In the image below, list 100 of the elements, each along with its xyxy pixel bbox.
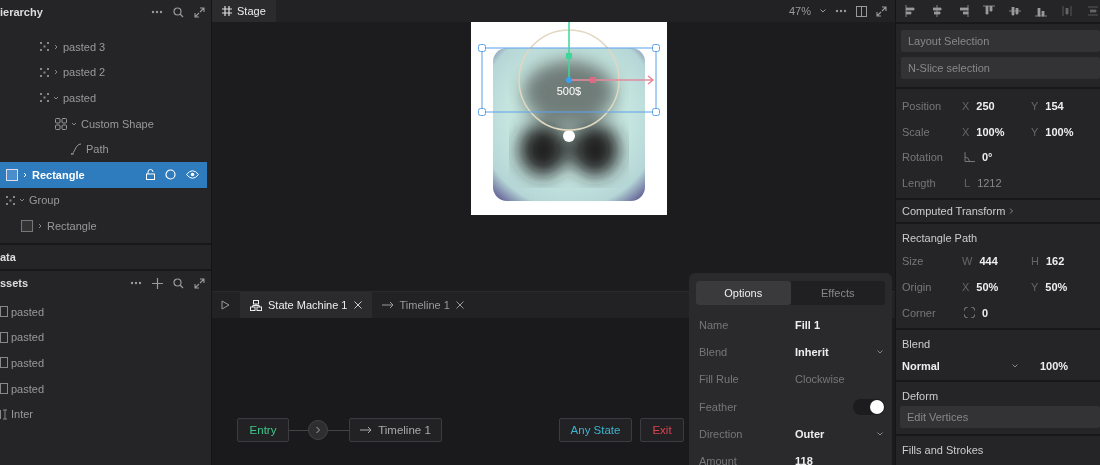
selection-button[interactable]: Layout Selection — [901, 30, 1100, 52]
selection-box[interactable] — [477, 44, 660, 116]
value-field[interactable]: 0 — [982, 306, 989, 319]
section-title: Blend — [902, 336, 932, 352]
stage-tab[interactable]: Stage — [212, 0, 276, 22]
tree-item[interactable]: pasted 2 — [0, 59, 207, 86]
shapes-icon — [55, 117, 67, 130]
arrow-icon — [360, 426, 373, 434]
chevron-icon[interactable] — [53, 69, 59, 76]
zoom-level[interactable]: 47% — [788, 5, 811, 17]
chevron-icon[interactable] — [53, 43, 59, 50]
value-field[interactable]: 162 — [1045, 255, 1065, 268]
tree-item[interactable]: Group — [0, 187, 207, 214]
caret-icon[interactable] — [820, 9, 826, 13]
group-icon — [40, 93, 49, 103]
close-icon[interactable] — [455, 301, 464, 309]
value-field[interactable]: 100% — [976, 125, 1005, 138]
axis-label: Y — [1031, 125, 1039, 138]
expand-icon[interactable] — [194, 6, 205, 18]
chevron-icon[interactable] — [37, 222, 43, 229]
dropdown[interactable]: Inherit — [795, 345, 885, 358]
property-label: Blend — [698, 345, 729, 358]
split-panel-icon[interactable] — [856, 5, 867, 17]
panel-title: ata — [0, 251, 16, 263]
circle-icon[interactable] — [165, 169, 176, 181]
transform-gizmo[interactable] — [565, 22, 654, 85]
expand-icon[interactable] — [876, 5, 887, 17]
blend-dropdown[interactable]: Normal — [902, 359, 1040, 372]
arrow-icon — [381, 301, 394, 309]
property-label: Name — [698, 318, 730, 331]
align-icon[interactable] — [957, 5, 969, 17]
state-node[interactable]: Exit — [640, 418, 684, 442]
toggle-switch[interactable] — [853, 398, 885, 415]
asset-name[interactable]: pasted — [11, 305, 45, 318]
asset-name[interactable]: Inter — [11, 408, 33, 421]
tree-item[interactable]: pasted 3 — [0, 34, 207, 60]
more-icon[interactable] — [130, 281, 142, 285]
chevron-icon[interactable] — [19, 197, 25, 204]
axis-label: H — [1031, 255, 1039, 268]
more-icon[interactable] — [835, 9, 847, 13]
align-icon[interactable] — [1061, 5, 1073, 17]
property-label: Corner — [902, 306, 937, 319]
opacity-field[interactable]: 100% — [1040, 359, 1069, 372]
property-label: Amount — [698, 455, 738, 465]
chevron-icon[interactable] — [71, 120, 77, 127]
tree-item[interactable]: Path — [0, 136, 207, 162]
hash-icon — [222, 6, 232, 16]
tree-item[interactable]: pasted — [0, 85, 207, 111]
asset-name[interactable]: pasted — [11, 357, 45, 369]
value-field[interactable]: 50% — [976, 280, 999, 293]
close-icon[interactable] — [353, 301, 362, 309]
property-value[interactable]: 118 — [795, 455, 813, 465]
search-icon[interactable] — [173, 6, 184, 18]
image-file-icon — [0, 357, 8, 369]
edit-vertices-button[interactable]: Edit Vertices — [900, 405, 1100, 428]
value-field[interactable]: 444 — [979, 255, 998, 268]
align-icon[interactable] — [1087, 5, 1099, 17]
property-label: Fill Rule — [698, 373, 740, 386]
image-file-icon — [0, 383, 8, 395]
state-node[interactable]: Any State — [559, 418, 632, 442]
asset-name[interactable]: pasted — [11, 382, 45, 395]
eye-icon[interactable] — [186, 170, 199, 180]
transition-icon[interactable] — [308, 420, 328, 440]
tree-item[interactable]: Custom Shape — [0, 110, 207, 137]
state-node[interactable]: Entry — [237, 418, 289, 442]
chevron-icon[interactable] — [53, 95, 59, 101]
tree-item[interactable]: Rectangle — [0, 161, 207, 188]
state-node[interactable]: Timeline 1 — [349, 418, 442, 442]
more-icon[interactable] — [151, 10, 163, 14]
property-label: Rotation — [902, 151, 944, 164]
tree-item[interactable]: Rectangle — [0, 213, 207, 239]
align-icon[interactable] — [1009, 5, 1021, 17]
align-icon[interactable] — [1035, 5, 1047, 17]
axis-label: X — [962, 125, 970, 138]
value-field[interactable]: 100% — [1045, 125, 1074, 138]
value-field[interactable]: 0° — [982, 151, 993, 164]
value-field[interactable]: 154 — [1045, 99, 1064, 112]
image-file-icon — [0, 331, 8, 343]
selection-button[interactable]: N-Slice selection — [901, 57, 1100, 79]
editor-tab[interactable]: State Machine 1 — [240, 292, 372, 318]
popover-tab[interactable]: Options — [696, 281, 791, 305]
align-icon[interactable] — [983, 5, 995, 17]
lock-icon[interactable] — [146, 169, 155, 181]
font-file-icon — [0, 408, 8, 420]
caret-icon — [877, 349, 883, 354]
plus-icon[interactable] — [152, 277, 163, 289]
property-value[interactable]: Fill 1 — [795, 318, 821, 331]
value-field[interactable]: 50% — [1045, 280, 1068, 293]
align-icon[interactable] — [905, 5, 917, 17]
dropdown[interactable]: Outer — [795, 427, 885, 440]
search-icon[interactable] — [173, 277, 184, 289]
editor-tab[interactable]: Timeline 1 — [371, 292, 474, 318]
align-icon[interactable] — [931, 5, 943, 17]
section-title[interactable]: Computed Transform — [902, 201, 1006, 222]
axis-label: X — [962, 280, 970, 293]
popover-tab[interactable]: Effects — [790, 281, 885, 305]
expand-icon[interactable] — [194, 277, 205, 289]
value-field[interactable]: 250 — [976, 99, 995, 112]
asset-name[interactable]: pasted — [11, 331, 45, 344]
play-icon[interactable] — [221, 300, 230, 310]
